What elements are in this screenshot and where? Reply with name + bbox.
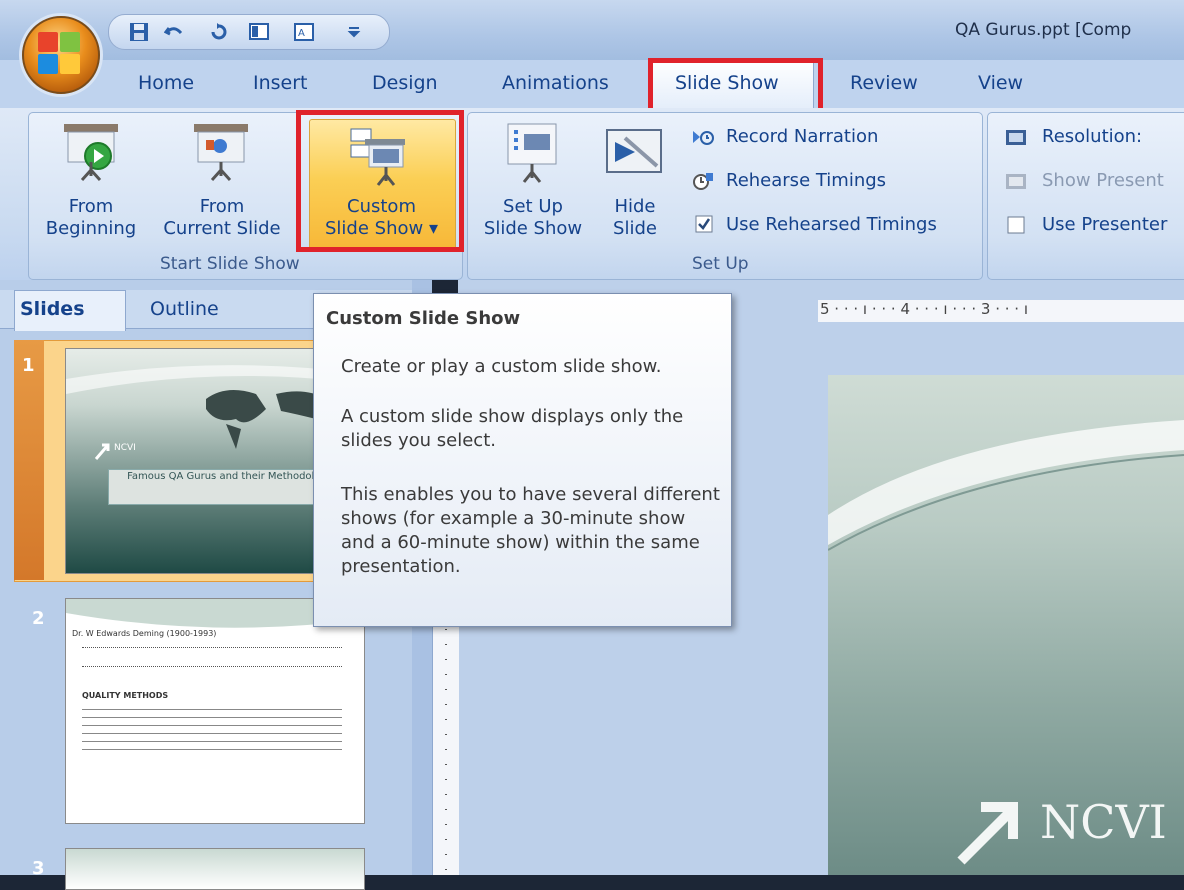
set-up-label-2: Slide Show bbox=[483, 218, 583, 239]
use-rehearsed-timings-checkbox[interactable] bbox=[695, 215, 713, 233]
from-current-label-2: Current Slide bbox=[163, 218, 281, 239]
rehearse-timings-icon bbox=[693, 173, 713, 190]
use-presenter-view-checkbox[interactable] bbox=[1007, 216, 1025, 234]
tooltip-paragraph-2: A custom slide show displays only the sl… bbox=[341, 406, 684, 451]
selected-slide-marker bbox=[14, 340, 44, 580]
record-narration-icon bbox=[693, 131, 714, 145]
slide-number-1: 1 bbox=[22, 355, 35, 376]
tab-design[interactable]: Design bbox=[372, 72, 438, 94]
hide-slide-icon bbox=[606, 129, 662, 173]
slide-logo-text: NCVI bbox=[1040, 795, 1167, 849]
slide-thumbnail-3[interactable] bbox=[65, 848, 365, 890]
from-beginning-button[interactable]: From Beginning bbox=[36, 196, 146, 240]
slide-2-text-block bbox=[82, 647, 342, 667]
resolution-dropdown[interactable]: Resolution: bbox=[1042, 126, 1142, 147]
horizontal-ruler: 5 · · · ı · · · 4 · · · ı · · · 3 · · · … bbox=[818, 300, 1184, 322]
start-slide-show-group-label: Start Slide Show bbox=[160, 254, 300, 274]
vertical-ruler bbox=[432, 600, 459, 875]
custom-slide-show-tooltip: Custom Slide Show Create or play a custo… bbox=[313, 293, 732, 627]
ruler-marks: 5 · · · ı · · · 4 · · · ı · · · 3 · · · … bbox=[820, 300, 1029, 318]
from-beginning-icon bbox=[64, 124, 118, 182]
use-presenter-view-label: Use Presenter bbox=[1042, 214, 1168, 235]
button-highlight-box bbox=[296, 110, 464, 252]
window-title: QA Gurus.ppt [Comp bbox=[955, 20, 1132, 40]
from-beginning-label-2: Beginning bbox=[45, 218, 137, 239]
from-beginning-label-1: From bbox=[68, 196, 114, 217]
tab-highlight-box bbox=[648, 58, 823, 114]
slide-2-subheading: QUALITY METHODS bbox=[82, 691, 169, 700]
tooltip-paragraph-1: Create or play a custom slide show. bbox=[341, 356, 662, 377]
tab-animations[interactable]: Animations bbox=[502, 72, 609, 94]
hide-slide-button[interactable]: Hide Slide bbox=[602, 196, 668, 240]
show-presentation-on-icon bbox=[1006, 174, 1026, 189]
rehearse-timings-button[interactable]: Rehearse Timings bbox=[726, 170, 886, 191]
office-logo-icon bbox=[38, 32, 82, 76]
from-current-label-1: From bbox=[199, 196, 245, 217]
save-icon[interactable] bbox=[129, 22, 149, 42]
set-up-slide-show-icon bbox=[507, 123, 557, 183]
tab-insert[interactable]: Insert bbox=[253, 72, 308, 94]
repeat-icon[interactable] bbox=[209, 22, 229, 42]
hide-slide-label-2: Slide bbox=[613, 218, 657, 239]
tab-view[interactable]: View bbox=[978, 72, 1023, 94]
customize-toolbar-icon[interactable] bbox=[344, 22, 364, 42]
slide-swoosh-art bbox=[828, 420, 1184, 551]
tooltip-title: Custom Slide Show bbox=[326, 308, 521, 329]
slide-layout-icon[interactable] bbox=[249, 22, 269, 42]
tab-outline[interactable]: Outline bbox=[150, 298, 219, 320]
slide-2-bullets bbox=[82, 705, 342, 751]
set-up-group-label: Set Up bbox=[692, 254, 749, 274]
slide-number-3: 3 bbox=[32, 858, 45, 879]
svg-text:A: A bbox=[298, 28, 305, 39]
office-button[interactable] bbox=[22, 16, 100, 94]
slide-thumbnail-2[interactable]: Dr. W Edwards Deming (1900-1993) QUALITY… bbox=[65, 598, 365, 824]
set-up-slide-show-button[interactable]: Set Up Slide Show bbox=[474, 196, 592, 240]
tooltip-paragraph-3: This enables you to have several differe… bbox=[341, 484, 720, 577]
record-narration-button[interactable]: Record Narration bbox=[726, 126, 878, 147]
slide-number-2: 2 bbox=[32, 608, 45, 629]
quick-access-toolbar: A bbox=[108, 14, 390, 50]
tab-home[interactable]: Home bbox=[138, 72, 194, 94]
show-presentation-on-dropdown[interactable]: Show Present bbox=[1042, 170, 1164, 191]
resolution-icon bbox=[1006, 130, 1026, 145]
tab-slides[interactable]: Slides bbox=[20, 298, 85, 320]
set-up-label-1: Set Up bbox=[503, 196, 563, 217]
hide-slide-label-1: Hide bbox=[614, 196, 656, 217]
undo-icon[interactable] bbox=[164, 22, 184, 42]
slide-2-heading: Dr. W Edwards Deming (1900-1993) bbox=[72, 629, 217, 638]
slide-1-logo: NCVI bbox=[114, 443, 136, 453]
ncvi-arrow-icon bbox=[957, 802, 1018, 865]
from-current-slide-icon bbox=[194, 124, 248, 182]
tab-review[interactable]: Review bbox=[850, 72, 918, 94]
from-current-slide-button[interactable]: From Current Slide bbox=[152, 196, 292, 240]
text-box-icon[interactable]: A bbox=[294, 22, 314, 42]
use-rehearsed-timings-label: Use Rehearsed Timings bbox=[726, 214, 937, 235]
